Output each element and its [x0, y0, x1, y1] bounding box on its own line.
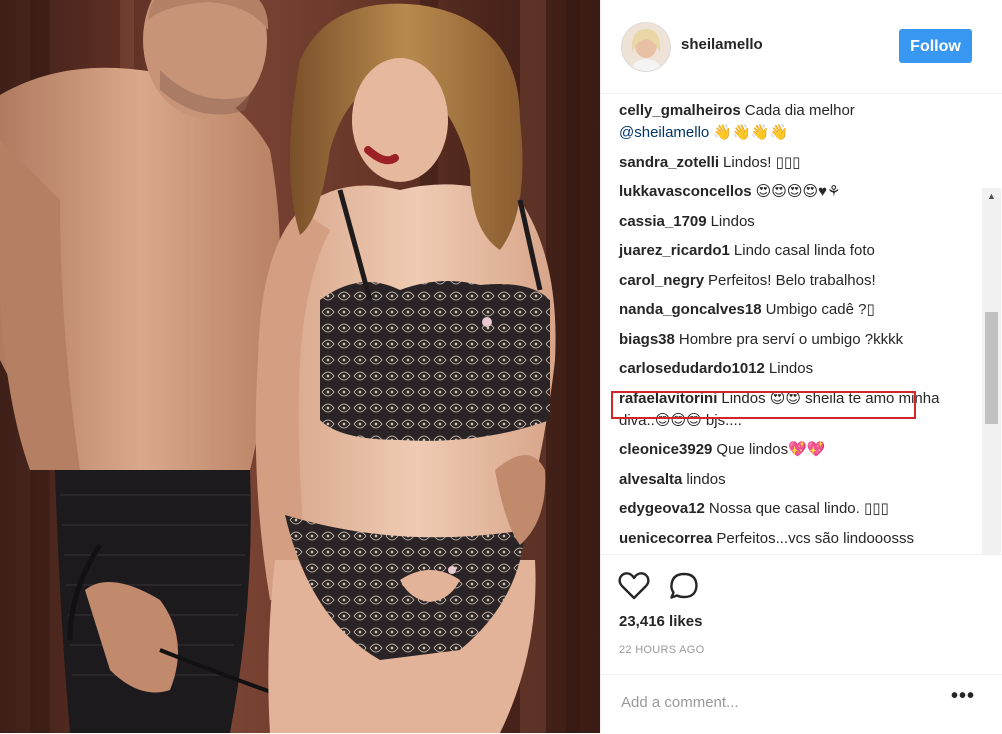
comment-text: lindos [686, 470, 726, 488]
comment-text: Lindo casal linda foto [733, 242, 875, 259]
comment-username[interactable]: carol_negry [619, 272, 704, 289]
heart-icon[interactable] [618, 571, 650, 601]
ellipsis-icon[interactable]: ••• [951, 686, 974, 710]
comment-row: cleonice3929 Que lindos💖💖 [619, 439, 969, 461]
comment-list: celly_gmalheiros Cada dia melhor @sheilame… [619, 100, 969, 554]
add-comment-bar: ••• [601, 674, 1002, 734]
comment-username[interactable]: juarez_ricardo1 [619, 242, 730, 259]
comment-text: Lindos! ▯▯▯ [723, 153, 801, 171]
comment-username[interactable]: cleonice3929 [619, 441, 712, 458]
avatar-image [622, 23, 670, 71]
instagram-post-window: sheilamello Follow celly_gmalheiros Cada … [0, 0, 1002, 733]
comment-text: 😍😍😍😍♥⚘ [755, 183, 841, 200]
post-timestamp[interactable]: 22 HOURS AGO [619, 644, 705, 656]
post-side-panel: sheilamello Follow celly_gmalheiros Cada … [600, 0, 1002, 733]
comment-row: celly_gmalheiros Cada dia melhor @sheilame… [619, 100, 969, 144]
comment-username[interactable]: sandra_zotelli [619, 154, 719, 171]
comment-username[interactable]: nanda_goncalves18 [619, 301, 762, 318]
scrollbar-thumb[interactable] [985, 312, 998, 424]
comment-row: nanda_goncalves18 Umbigo cadê ?▯ [619, 299, 969, 321]
comment-username[interactable]: biags38 [619, 331, 675, 348]
post-actions: 23,416 likes 22 HOURS AGO [601, 554, 1002, 675]
comment-row: biags38 Hombre pra serví o umbigo ?kkkk [619, 329, 969, 351]
comment-text: Hombre pra serví o umbigo ?kkkk [678, 330, 904, 348]
comment-row: uenicecorrea Perfeitos...vcs são lindooos… [619, 528, 969, 550]
likes-count[interactable]: 23,416 likes [619, 613, 702, 630]
comment-username[interactable]: lukkavasconcellos [619, 183, 752, 200]
comment-username[interactable]: celly_gmalheiros [619, 102, 741, 119]
comments-scrollbar[interactable]: ▲ ▼ [982, 188, 1001, 554]
comment-mention-link[interactable]: @sheilamello [619, 124, 709, 141]
comment-text: Lindos [710, 212, 755, 230]
avatar[interactable] [621, 22, 671, 72]
post-photo[interactable] [0, 0, 600, 733]
comment-username[interactable]: alvesalta [619, 471, 682, 488]
comment-text: Nossa que casal lindo. ▯▯▯ [708, 500, 889, 517]
highlight-box [611, 391, 916, 419]
comment-row: carlosedudardo1012 Lindos [619, 358, 969, 380]
comment-input[interactable] [619, 689, 943, 715]
comment-text: Que lindos💖💖 [716, 441, 826, 458]
comment-row: cassia_1709 Lindos [619, 211, 969, 233]
post-header: sheilamello Follow [601, 0, 1002, 94]
comment-row: carol_negry Perfeitos! Belo trabalhos! [619, 270, 969, 292]
photo-illustration [0, 0, 580, 733]
comment-emoji: 👋👋👋👋 [709, 124, 789, 141]
comment-text: Lindos [768, 360, 814, 377]
speech-bubble-icon[interactable] [668, 571, 700, 601]
comment-username[interactable]: carlosedudardo1012 [619, 360, 765, 377]
comment-row: alvesalta lindos [619, 469, 969, 491]
comments-section[interactable]: celly_gmalheiros Cada dia melhor @sheilame… [601, 94, 1002, 554]
scroll-up-arrow-icon[interactable]: ▲ [982, 188, 1001, 205]
comment-username[interactable]: uenicecorrea [619, 530, 712, 547]
comment-row: juarez_ricardo1 Lindo casal linda foto [619, 240, 969, 262]
follow-button[interactable]: Follow [899, 29, 972, 63]
comment-text: Umbigo cadê ?▯ [765, 301, 875, 318]
comment-row: sandra_zotelli Lindos! ▯▯▯ [619, 152, 969, 174]
comment-text: Perfeitos...vcs são lindooosss [716, 529, 914, 547]
username-link[interactable]: sheilamello [681, 36, 763, 53]
comment-text: Perfeitos! Belo trabalhos! [708, 271, 876, 289]
comment-row: edygeova12 Nossa que casal lindo. ▯▯▯ [619, 498, 969, 520]
comment-username[interactable]: cassia_1709 [619, 213, 707, 230]
comment-username[interactable]: edygeova12 [619, 500, 705, 517]
comment-row: lukkavasconcellos 😍😍😍😍♥⚘ [619, 181, 969, 203]
comment-text: Cada dia melhor [744, 102, 855, 119]
